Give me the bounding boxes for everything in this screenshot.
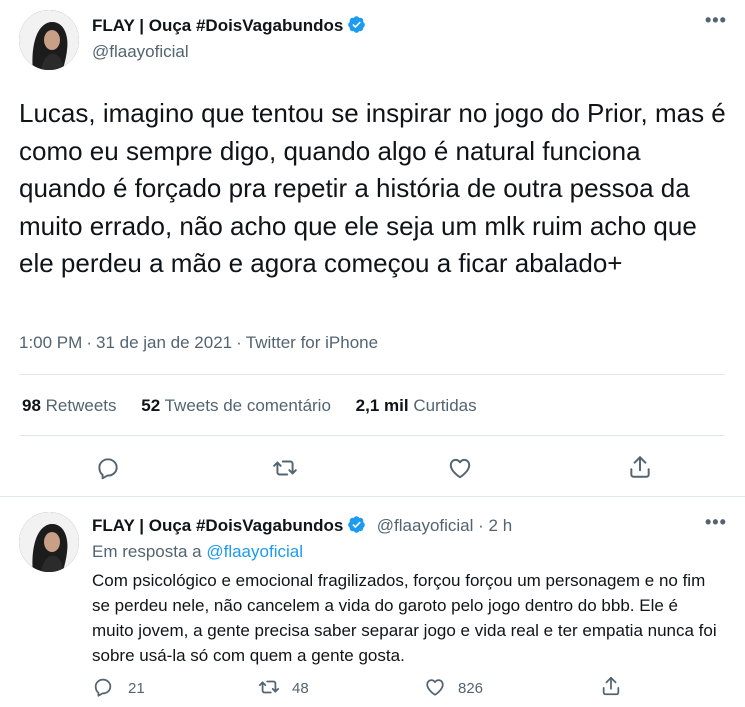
retweet-icon[interactable]	[257, 676, 281, 698]
author-name-row[interactable]: FLAY | Ouça #DoisVagabundos	[92, 15, 366, 39]
author-name[interactable]: FLAY | Ouça #DoisVagabundos	[92, 16, 343, 35]
avatar[interactable]	[19, 10, 79, 70]
like-count: 826	[458, 680, 484, 697]
reply-icon[interactable]	[95, 455, 121, 481]
divider	[0, 496, 745, 497]
avatar[interactable]	[19, 512, 79, 572]
divider	[19, 374, 725, 375]
tweet-text: Lucas, imagino que tentou se inspirar no…	[19, 98, 726, 278]
verified-badge-icon	[347, 515, 366, 539]
author-handle[interactable]: @flaayoficial	[92, 42, 189, 62]
reply-to-label: Em resposta a	[92, 542, 202, 561]
author-handle[interactable]: @flaayoficial	[377, 516, 474, 535]
reply-count: 21	[128, 680, 145, 697]
avatar-image	[19, 512, 79, 572]
share-icon[interactable]	[627, 454, 653, 480]
retweets-stat[interactable]: 98 Retweets	[22, 396, 117, 415]
verified-badge-icon	[347, 15, 366, 39]
reply-icon[interactable]	[92, 676, 114, 698]
avatar-image	[19, 10, 79, 70]
retweet-count: 48	[292, 680, 309, 697]
like-icon[interactable]	[447, 455, 473, 481]
reply-header: FLAY | Ouça #DoisVagabundos @flaayoficia…	[92, 515, 512, 539]
author-name[interactable]: FLAY | Ouça #DoisVagabundos	[92, 516, 343, 535]
reply-text: Com psicológico e emocional fragilizados…	[92, 571, 717, 665]
reply-to-handle[interactable]: @flaayoficial	[206, 542, 303, 561]
reply-context: Em resposta a @flaayoficial	[92, 542, 303, 562]
tweet-source[interactable]: Twitter for iPhone	[246, 333, 378, 352]
more-horizontal-icon[interactable]: •••	[705, 512, 727, 533]
like-icon[interactable]	[424, 676, 446, 698]
share-icon[interactable]	[600, 675, 622, 697]
reply-age[interactable]: 2 h	[489, 516, 513, 535]
tweet-meta: 1:00 PM · 31 de jan de 2021 · Twitter for iP…	[19, 333, 379, 352]
retweet-icon[interactable]	[271, 455, 299, 481]
tweet-time[interactable]: 1:00 PM	[19, 333, 82, 352]
more-horizontal-icon[interactable]: •••	[705, 10, 727, 31]
tweet-stats: 98 Retweets 52 Tweets de comentário 2,1 …	[22, 396, 497, 416]
divider	[19, 435, 725, 436]
likes-stat[interactable]: 2,1 mil Curtidas	[356, 396, 477, 415]
quotes-stat[interactable]: 52 Tweets de comentário	[141, 396, 331, 415]
tweet-date[interactable]: 31 de jan de 2021	[96, 333, 232, 352]
